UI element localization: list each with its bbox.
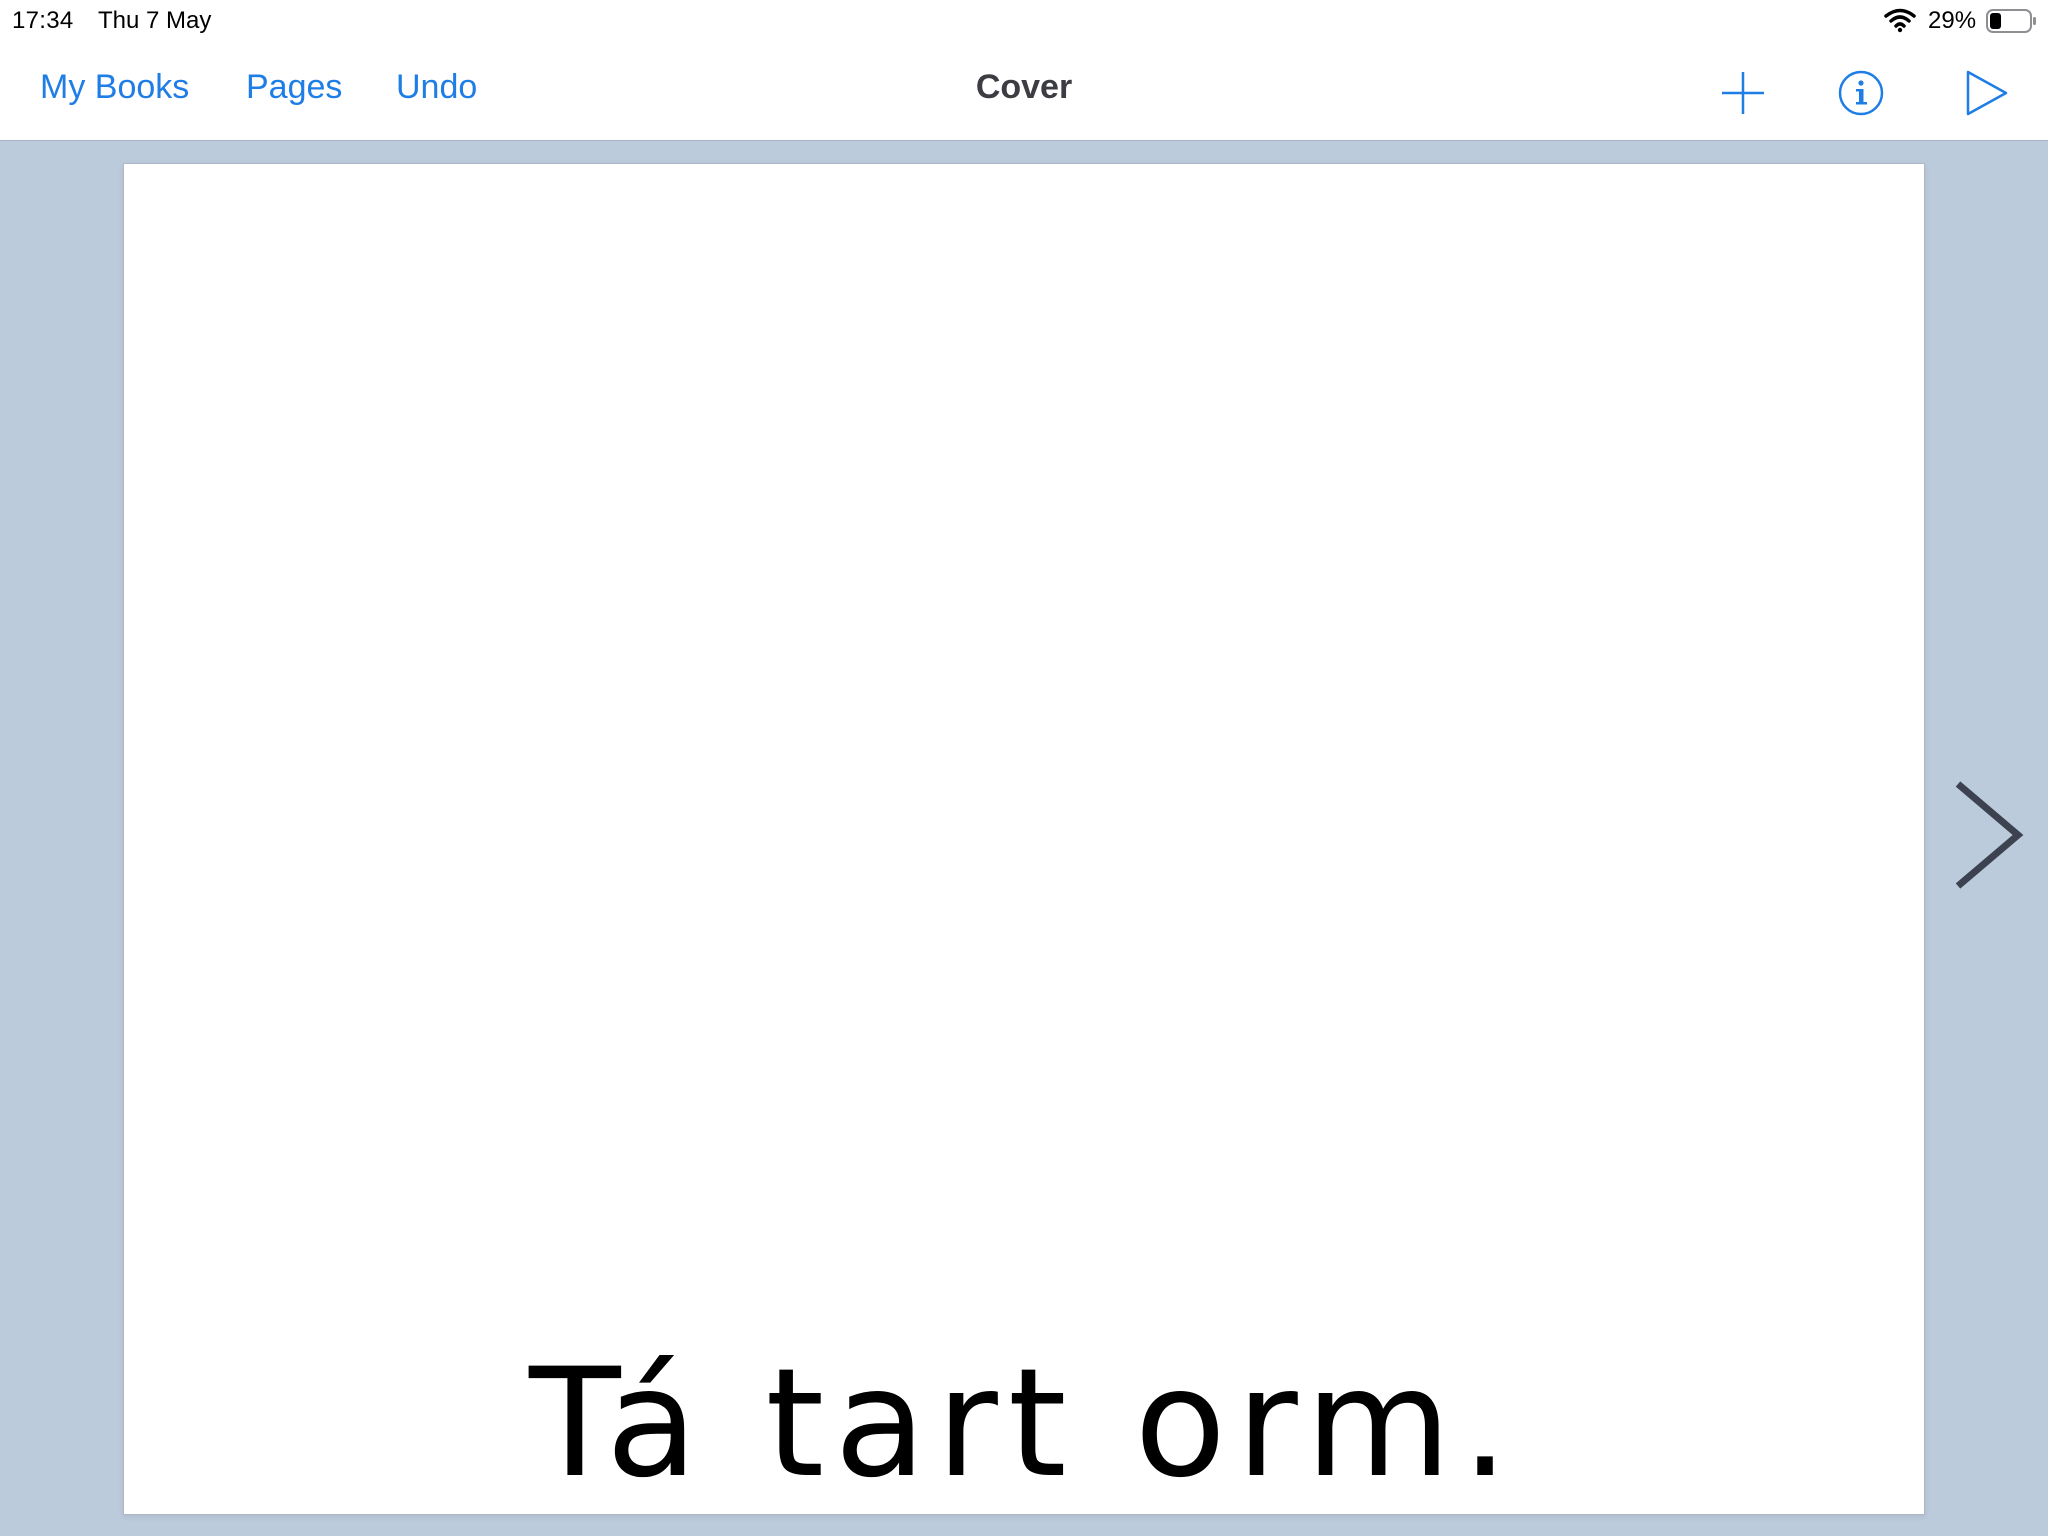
wifi-icon [1884, 8, 1916, 33]
page-text[interactable]: Tá tart orm. [124, 1349, 1924, 1499]
status-time: 17:34 [12, 7, 74, 34]
battery-icon [1986, 9, 2036, 33]
status-date: Thu 7 May [98, 7, 212, 34]
status-bar: 17:34 Thu 7 May 29% [0, 0, 2048, 44]
book-page-cover[interactable]: Tá tart orm. [123, 163, 1925, 1515]
battery-percent: 29% [1928, 7, 1977, 34]
info-icon[interactable] [1836, 68, 1886, 118]
plus-icon[interactable] [1718, 68, 1768, 118]
chevron-right-icon[interactable] [1950, 780, 2030, 890]
play-icon[interactable] [1960, 68, 2010, 118]
navigation-bar: My Books Pages Undo Cover [0, 44, 2048, 141]
